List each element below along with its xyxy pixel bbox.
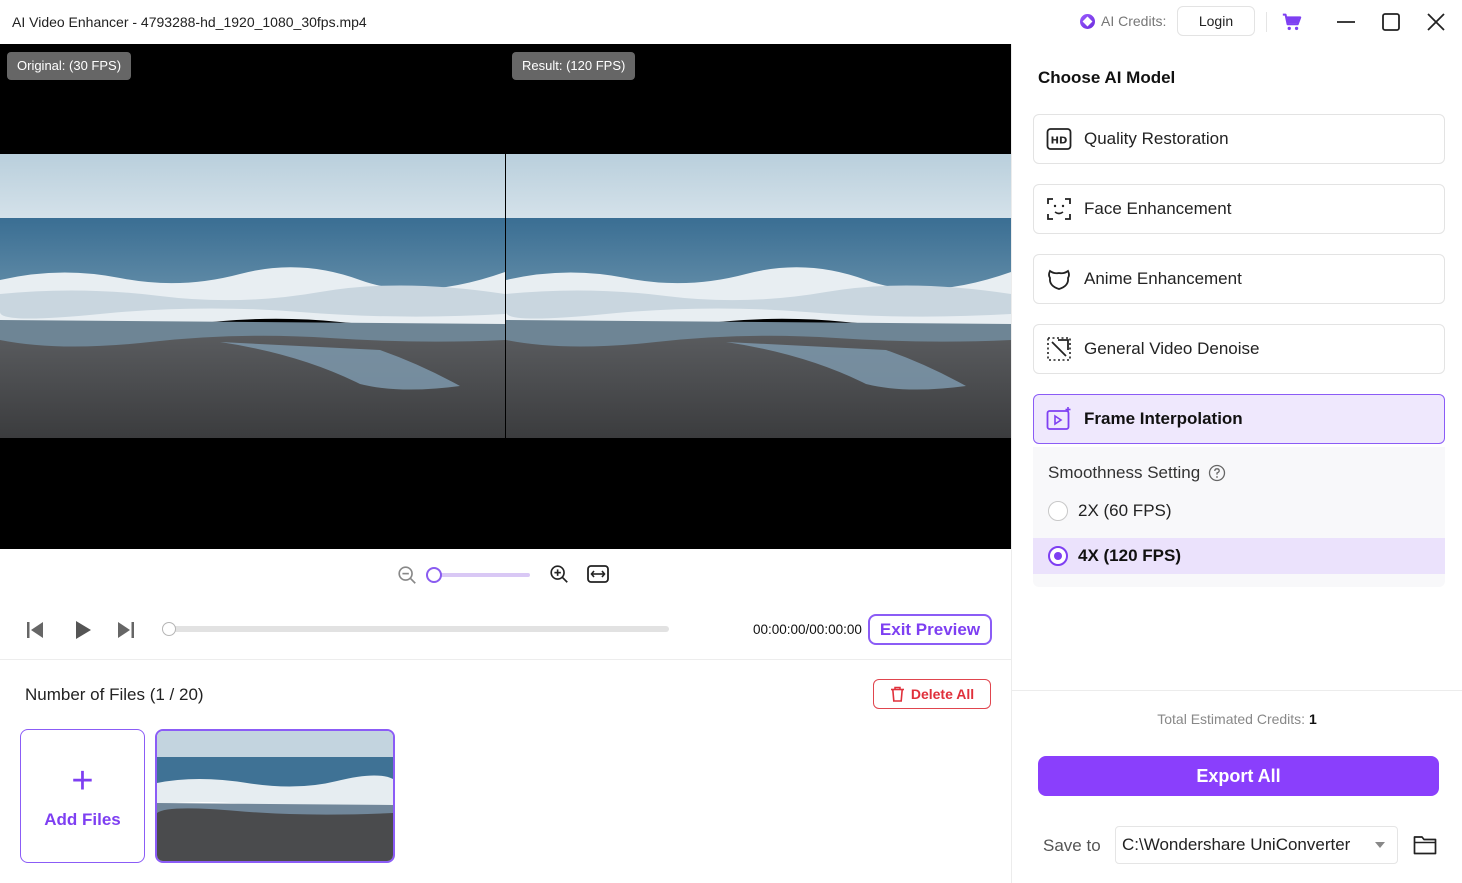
model-face-enhancement[interactable]: Face Enhancement xyxy=(1033,184,1445,234)
anime-face-icon xyxy=(1048,269,1070,290)
smoothness-label: Smoothness Setting xyxy=(1048,463,1201,482)
trash-icon xyxy=(890,686,904,702)
file-thumbnail[interactable] xyxy=(155,729,395,863)
original-fps-badge: Original: (30 FPS) xyxy=(7,52,132,80)
add-files-label: Add Files xyxy=(44,810,121,829)
play-icon[interactable] xyxy=(72,619,94,641)
model-label: Quality Restoration xyxy=(1084,129,1229,148)
plus-icon: + xyxy=(71,760,94,802)
model-label: Anime Enhancement xyxy=(1084,269,1242,288)
delete-all-button[interactable]: Delete All xyxy=(873,679,991,709)
frame-interpolation-icon xyxy=(1046,407,1071,430)
model-label: Face Enhancement xyxy=(1084,199,1232,218)
window-title: AI Video Enhancer - 4793288-hd_1920_1080… xyxy=(12,14,367,30)
estimated-credits-label: Total Estimated Credits: xyxy=(1157,711,1306,727)
model-general-video-denoise[interactable]: General Video Denoise xyxy=(1033,324,1445,374)
save-to-path: C:\Wondershare UniConverter xyxy=(1122,835,1351,854)
option-label: 2X (60 FPS) xyxy=(1078,501,1172,520)
model-anime-enhancement[interactable]: Anime Enhancement xyxy=(1033,254,1445,304)
model-frame-interpolation[interactable]: Frame Interpolation xyxy=(1033,394,1445,444)
section-divider xyxy=(0,659,1011,660)
smoothness-settings: Smoothness Setting 2X (60 FPS) 4X (120 F… xyxy=(1033,447,1445,587)
zoom-slider-track[interactable] xyxy=(434,573,530,577)
choose-model-title: Choose AI Model xyxy=(1038,68,1176,87)
denoise-icon xyxy=(1047,337,1071,361)
estimated-credits-value: 1 xyxy=(1308,711,1317,727)
panel-bottom-divider xyxy=(1012,690,1462,691)
chevron-down-icon xyxy=(1375,842,1385,848)
exit-preview-button[interactable]: Exit Preview xyxy=(868,614,992,645)
radio-button[interactable] xyxy=(1048,501,1068,521)
login-button[interactable]: Login xyxy=(1177,6,1255,36)
help-icon[interactable] xyxy=(1208,464,1226,482)
zoom-controls xyxy=(396,563,616,585)
model-label: Frame Interpolation xyxy=(1084,409,1243,428)
zoom-in-icon[interactable] xyxy=(548,563,570,585)
smoothness-option-2x[interactable]: 2X (60 FPS) xyxy=(1033,493,1445,529)
face-scan-icon xyxy=(1047,198,1071,220)
smoothness-title: Smoothness Setting xyxy=(1048,463,1226,483)
hd-icon: HD xyxy=(1046,128,1072,150)
export-all-button[interactable]: Export All xyxy=(1038,756,1439,796)
playback-controls: 00:00:00/00:00:00 Exit Preview xyxy=(0,612,1011,648)
model-quality-restoration[interactable]: HD Quality Restoration xyxy=(1033,114,1445,164)
next-frame-icon[interactable] xyxy=(115,619,137,641)
files-count-title: Number of Files (1 / 20) xyxy=(25,685,204,704)
titlebar-separator xyxy=(1266,12,1267,32)
svg-text:HD: HD xyxy=(1051,136,1068,147)
option-label: 4X (120 FPS) xyxy=(1078,546,1181,565)
original-video-frame xyxy=(0,154,505,438)
fit-width-icon[interactable] xyxy=(586,563,610,585)
radio-button[interactable] xyxy=(1048,546,1068,566)
playback-progress-handle[interactable] xyxy=(162,622,176,636)
close-icon[interactable] xyxy=(1424,10,1448,34)
model-label: General Video Denoise xyxy=(1084,339,1260,358)
cart-icon[interactable] xyxy=(1281,11,1303,33)
maximize-icon[interactable] xyxy=(1379,10,1403,34)
zoom-slider-handle[interactable] xyxy=(426,567,442,583)
playback-progress-bar[interactable] xyxy=(168,626,669,632)
timecode: 00:00:00/00:00:00 xyxy=(753,622,862,637)
previous-frame-icon[interactable] xyxy=(24,619,46,641)
thumbnail-image xyxy=(157,731,393,861)
save-to-dropdown[interactable]: C:\Wondershare UniConverter xyxy=(1115,826,1398,864)
minimize-icon[interactable] xyxy=(1334,10,1358,34)
title-bar: AI Video Enhancer - 4793288-hd_1920_1080… xyxy=(0,0,1462,44)
add-files-button[interactable]: + Add Files xyxy=(20,729,145,863)
delete-all-label: Delete All xyxy=(910,686,975,702)
estimated-credits: Total Estimated Credits: 1 xyxy=(1012,711,1462,727)
smoothness-option-4x[interactable]: 4X (120 FPS) xyxy=(1033,538,1445,574)
result-video-frame xyxy=(506,154,1011,438)
result-fps-badge: Result: (120 FPS) xyxy=(512,52,636,80)
ai-credits-label: AI Credits: xyxy=(1101,13,1167,29)
credits-icon xyxy=(1080,13,1095,29)
save-to-label: Save to xyxy=(1043,836,1101,855)
video-preview: Original: (30 FPS) Result: (120 FPS) xyxy=(0,44,1011,549)
ai-credits: AI Credits: xyxy=(1080,13,1166,29)
zoom-out-icon[interactable] xyxy=(396,564,418,586)
folder-icon[interactable] xyxy=(1413,834,1437,856)
panel-divider xyxy=(1011,44,1012,883)
